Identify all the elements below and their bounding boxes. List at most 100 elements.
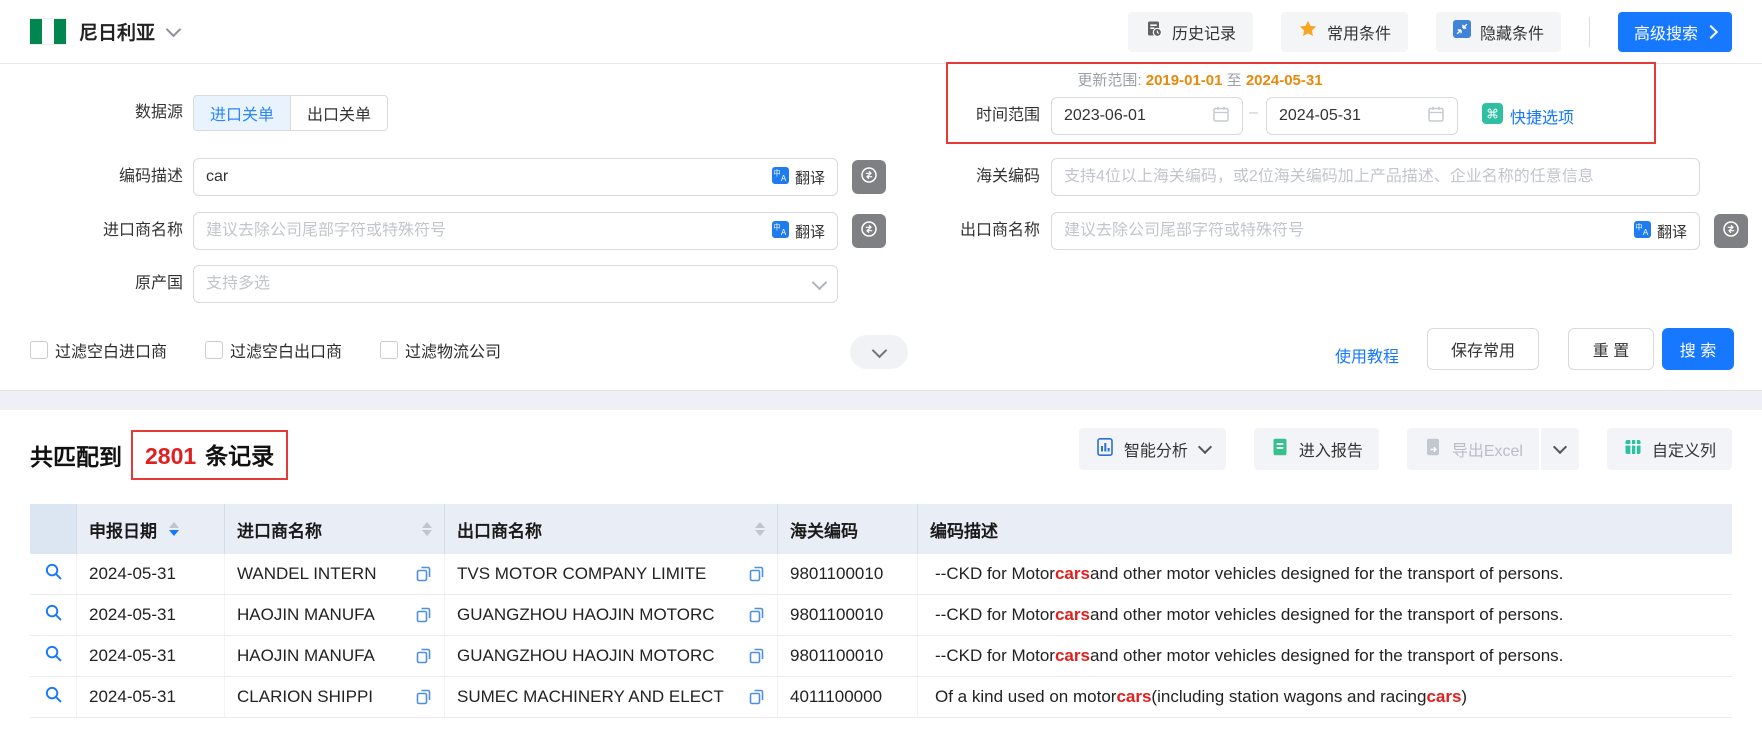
checkbox-label: 过滤空白进口商: [55, 338, 167, 362]
tutorial-link[interactable]: 使用教程: [1335, 343, 1399, 367]
quick-options-button[interactable]: ⌘ 快捷选项: [1482, 103, 1574, 129]
filter-checkbox-0[interactable]: 过滤空白进口商: [30, 338, 167, 362]
cell-code-description: --CKD for Motor cars and other motor veh…: [918, 595, 1732, 635]
results-actions: 智能分析 进入报告 导出Excel 自定义列: [1079, 428, 1732, 470]
search-icon: [44, 562, 63, 586]
tab-import-declarations[interactable]: 进口关单: [194, 96, 290, 130]
cell-declaration-date: 2024-05-31: [77, 636, 225, 676]
checkbox-label: 过滤空白出口商: [230, 338, 342, 362]
date-from-input[interactable]: [1064, 107, 1204, 125]
code-description-input[interactable]: [206, 168, 764, 186]
column-header-desc: 编码描述: [918, 504, 1732, 554]
sort-desc-icon[interactable]: [755, 530, 765, 536]
origin-country-select[interactable]: [206, 275, 806, 293]
importer-input[interactable]: [206, 222, 764, 240]
copy-icon[interactable]: [408, 689, 432, 705]
date-from-field: [1051, 97, 1243, 135]
hide-conditions-button[interactable]: 隐藏条件: [1436, 12, 1561, 52]
column-header-date[interactable]: 申报日期: [77, 504, 225, 554]
save-favorite-button[interactable]: 保存常用: [1427, 328, 1539, 370]
row-detail-button[interactable]: [30, 677, 77, 717]
checkbox-box[interactable]: [30, 341, 48, 359]
country-selector[interactable]: 尼日利亚: [30, 18, 179, 45]
custom-columns-button[interactable]: 自定义列: [1607, 428, 1732, 470]
translate-button[interactable]: 中A 翻译: [772, 167, 825, 188]
translate-icon: 中A: [772, 167, 789, 188]
checkbox-box[interactable]: [205, 341, 223, 359]
sort-carets[interactable]: [169, 522, 179, 536]
cell-importer-name: CLARION SHIPPI: [237, 687, 373, 707]
circle-arrows-icon: [859, 165, 879, 190]
collapse-panel-button[interactable]: [850, 335, 908, 369]
search-icon: [44, 644, 63, 668]
copy-icon[interactable]: [741, 689, 765, 705]
sort-asc-icon[interactable]: [169, 522, 179, 528]
update-range-to-word: 至: [1227, 72, 1242, 89]
exporter-input[interactable]: [1064, 222, 1626, 240]
sort-asc-icon[interactable]: [755, 522, 765, 528]
enter-report-button[interactable]: 进入报告: [1254, 428, 1379, 470]
cell-importer-name: HAOJIN MANUFA: [237, 605, 375, 625]
cell-declaration-date: 2024-05-31: [77, 554, 225, 594]
code-description-field: 中A 翻译: [193, 158, 838, 196]
checkbox-box[interactable]: [380, 341, 398, 359]
table-row[interactable]: 2024-05-31CLARION SHIPPISUMEC MACHINERY …: [30, 677, 1732, 718]
export-excel-button[interactable]: 导出Excel: [1407, 428, 1539, 470]
columns-grid-icon: [1623, 437, 1643, 462]
translate-button[interactable]: 中A 翻译: [1634, 221, 1687, 242]
date-to-input[interactable]: [1279, 107, 1419, 125]
row-detail-button[interactable]: [30, 554, 77, 594]
export-options-button[interactable]: [1541, 428, 1579, 470]
chevron-down-icon: [1553, 440, 1567, 454]
favorites-button[interactable]: 常用条件: [1281, 12, 1408, 52]
sort-desc-icon[interactable]: [422, 530, 432, 536]
reset-button[interactable]: 重 置: [1568, 328, 1654, 370]
update-range-from: 2019-01-01: [1146, 72, 1223, 89]
match-prefix: 共匹配到: [30, 438, 122, 472]
copy-icon[interactable]: [741, 607, 765, 623]
trade-data-search-page: 尼日利亚 历史记录 常用条件 隐藏条件 高级搜索 数据源: [0, 0, 1762, 742]
smart-analysis-button[interactable]: 智能分析: [1079, 428, 1226, 470]
filter-checkbox-1[interactable]: 过滤空白出口商: [205, 338, 342, 362]
cell-code-description: --CKD for Motor cars and other motor veh…: [918, 636, 1732, 676]
origin-country-field: [193, 265, 838, 303]
history-button[interactable]: 历史记录: [1128, 12, 1253, 52]
copy-icon[interactable]: [408, 607, 432, 623]
sort-carets[interactable]: [422, 522, 432, 536]
column-header-importer[interactable]: 进口商名称: [225, 504, 445, 554]
circle-arrows-icon: [859, 219, 879, 244]
search-icon: [44, 603, 63, 627]
copy-icon[interactable]: [741, 648, 765, 664]
row-detail-button[interactable]: [30, 595, 77, 635]
cell-exporter-name: SUMEC MACHINERY AND ELECT: [457, 687, 724, 707]
importer-field: 中A 翻译: [193, 212, 838, 250]
synonym-search-button[interactable]: [1714, 214, 1748, 248]
table-row[interactable]: 2024-05-31HAOJIN MANUFAGUANGZHOU HAOJIN …: [30, 636, 1732, 677]
hs-code-input[interactable]: [1064, 168, 1687, 186]
table-row[interactable]: 2024-05-31WANDEL INTERNTVS MOTOR COMPANY…: [30, 554, 1732, 595]
row-detail-button[interactable]: [30, 636, 77, 676]
search-button[interactable]: 搜 索: [1662, 328, 1734, 370]
copy-icon[interactable]: [408, 566, 432, 582]
column-header-exporter[interactable]: 出口商名称: [445, 504, 778, 554]
sort-asc-icon[interactable]: [422, 522, 432, 528]
update-range-label: 更新范围:: [1077, 72, 1141, 89]
cell-hs-code: 4011100000: [778, 677, 918, 717]
checkbox-label: 过滤物流公司: [405, 338, 501, 362]
translate-button[interactable]: 中A 翻译: [772, 221, 825, 242]
copy-icon[interactable]: [741, 566, 765, 582]
tab-export-declarations[interactable]: 出口关单: [290, 96, 387, 130]
advanced-search-button[interactable]: 高级搜索: [1618, 12, 1732, 52]
sort-carets[interactable]: [755, 522, 765, 536]
chevron-down-icon: [812, 274, 828, 290]
sort-desc-icon[interactable]: [169, 530, 179, 536]
copy-icon[interactable]: [408, 648, 432, 664]
annotation-box-record-count: 2801 条记录: [131, 430, 288, 480]
chevron-down-icon: [871, 343, 887, 359]
filter-checkbox-2[interactable]: 过滤物流公司: [380, 338, 501, 362]
calendar-icon: [1212, 105, 1230, 128]
translate-icon: 中A: [1634, 221, 1651, 242]
update-range-to: 2024-05-31: [1246, 72, 1323, 89]
cell-exporter-name: GUANGZHOU HAOJIN MOTORC: [457, 646, 715, 666]
table-row[interactable]: 2024-05-31HAOJIN MANUFAGUANGZHOU HAOJIN …: [30, 595, 1732, 636]
